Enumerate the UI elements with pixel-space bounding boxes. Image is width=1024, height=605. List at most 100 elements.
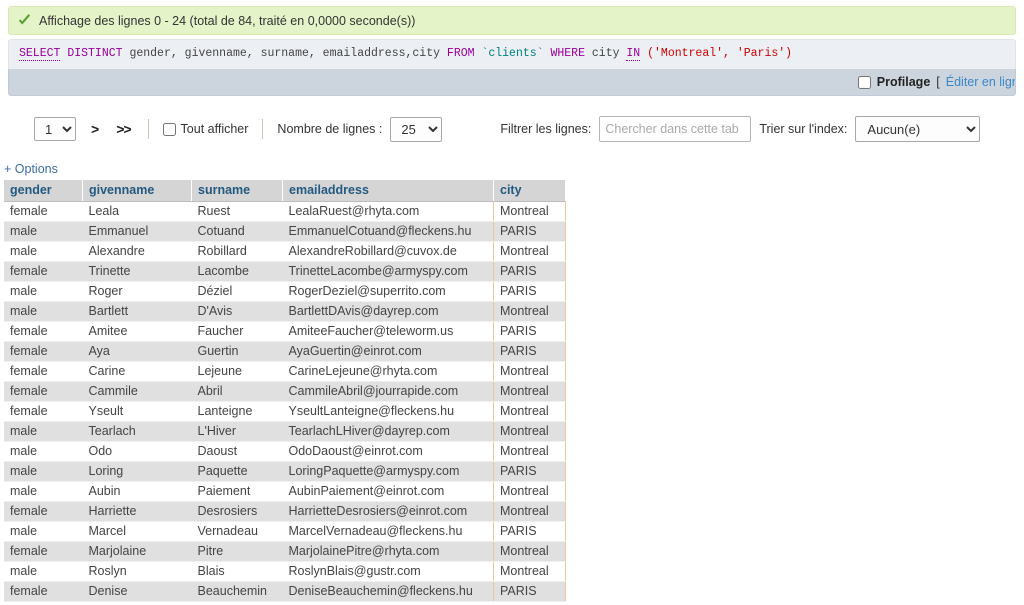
cell-givenname: Emmanuel	[82, 221, 192, 243]
cell-gender: male	[4, 481, 83, 503]
results-navigation-toolbar: 1 > >> Tout afficher Nombre de lignes : …	[0, 112, 1024, 146]
cell-surname: Abril	[191, 381, 283, 403]
table-row[interactable]: female Trinette Lacombe TrinetteLacombe@arm…	[4, 261, 566, 283]
cell-surname: Paiement	[191, 481, 283, 503]
cell-surname: L'Hiver	[191, 421, 283, 443]
cell-emailaddress: OdoDaoust@einrot.com	[282, 441, 494, 463]
table-row[interactable]: female Leala Ruest LealaRuest@rhyta.com Mont…	[4, 201, 566, 223]
show-all-checkbox[interactable]	[162, 122, 176, 136]
table-row[interactable]: female Cammile Abril CammileAbril@jourrapid…	[4, 381, 566, 403]
table-row[interactable]: female Yseult Lanteigne YseultLanteigne@fle…	[4, 401, 566, 423]
cell-city: Montreal	[493, 441, 566, 463]
profiling-checkbox[interactable]	[857, 75, 871, 89]
cell-givenname: Leala	[82, 201, 192, 223]
cell-city: PARIS	[493, 261, 566, 283]
table-row[interactable]: male Emmanuel Cotuand EmmanuelCotuand@fleck…	[4, 221, 566, 243]
sort-index-label: Trier sur l'index:	[759, 122, 848, 137]
results-table-body: female Leala Ruest LealaRuest@rhyta.com Mont…	[4, 201, 566, 603]
cell-emailaddress: AmiteeFaucher@teleworm.us	[282, 321, 494, 343]
table-row[interactable]: male Aubin Paiement AubinPaiement@einrot.co…	[4, 481, 566, 503]
table-row[interactable]: female Marjolaine Pitre MarjolainePitre@rhy…	[4, 541, 566, 563]
options-row: + Options	[0, 162, 1024, 176]
query-result-banner: Affichage des lignes 0 - 24 (total de 84…	[8, 6, 1016, 35]
cell-emailaddress: AlexandreRobillard@cuvox.de	[282, 241, 494, 263]
column-header-emailaddress[interactable]: emailaddress	[282, 180, 494, 203]
rows-number-select[interactable]: 25	[390, 116, 443, 142]
table-header-row: gender givenname surname emailaddress ci…	[4, 180, 566, 203]
sql-token-columns: gender, givenname, surname, emailaddress…	[129, 47, 441, 60]
table-row[interactable]: female Harriette Desrosiers HarrietteDesros…	[4, 501, 566, 523]
cell-givenname: Marjolaine	[82, 541, 192, 563]
cell-emailaddress: BartlettDAvis@dayrep.com	[282, 301, 494, 323]
cell-city: Montreal	[493, 301, 566, 323]
table-row[interactable]: male Loring Paquette LoringPaquette@armyspy…	[4, 461, 566, 483]
cell-emailaddress: CarineLejeune@rhyta.com	[282, 361, 494, 383]
sql-query-box[interactable]: SELECT DISTINCT gender, givenname, surna…	[8, 39, 1016, 70]
result-message: Affichage des lignes 0 - 24 (total de 84…	[39, 13, 416, 28]
table-row[interactable]: female Amitee Faucher AmiteeFaucher@telewor…	[4, 321, 566, 343]
cell-emailaddress: CammileAbril@jourrapide.com	[282, 381, 494, 403]
cell-gender: female	[4, 501, 83, 523]
toolbar-separator-1	[147, 119, 149, 140]
cell-city: PARIS	[493, 221, 566, 243]
results-table-head: gender givenname surname emailaddress ci…	[4, 180, 566, 203]
cell-emailaddress: TrinetteLacombe@armyspy.com	[282, 261, 494, 283]
table-row[interactable]: male Odo Daoust OdoDaoust@einrot.com Montrea…	[4, 441, 566, 463]
options-toggle-link[interactable]: + Options	[4, 162, 58, 176]
sql-token-from: FROM	[446, 47, 475, 60]
cell-surname: Lacombe	[191, 261, 283, 283]
cell-gender: female	[4, 261, 83, 283]
table-row[interactable]: male Roger Déziel RogerDeziel@superrito.com…	[4, 281, 566, 303]
table-row[interactable]: male Alexandre Robillard AlexandreRobillard…	[4, 241, 566, 263]
cell-emailaddress: RogerDeziel@superrito.com	[282, 281, 494, 303]
cell-emailaddress: LealaRuest@rhyta.com	[282, 201, 494, 223]
edit-inline-link[interactable]: Éditer en ligne	[946, 75, 1015, 89]
page-number-select[interactable]: 1	[34, 117, 76, 142]
table-row[interactable]: female Carine Lejeune CarineLejeune@rhyta.c…	[4, 361, 566, 383]
table-row[interactable]: female Aya Guertin AyaGuertin@einrot.com PAR…	[4, 341, 566, 363]
cell-city: Montreal	[493, 561, 566, 583]
cell-gender: male	[4, 521, 83, 543]
cell-city: Montreal	[493, 501, 566, 523]
table-row[interactable]: male Bartlett D'Avis BartlettDAvis@dayrep.c…	[4, 301, 566, 323]
table-row[interactable]: male Marcel Vernadeau MarcelVernadeau@fleck…	[4, 521, 566, 543]
cell-surname: Lejeune	[191, 361, 283, 383]
cell-givenname: Cammile	[82, 381, 192, 403]
filter-rows-input[interactable]	[599, 116, 752, 143]
cell-surname: Blais	[191, 561, 283, 583]
cell-city: PARIS	[493, 321, 566, 343]
cell-gender: female	[4, 341, 83, 363]
cell-emailaddress: LoringPaquette@armyspy.com	[282, 461, 494, 483]
cell-givenname: Amitee	[82, 321, 192, 343]
sort-index-select[interactable]: Aucun(e)	[855, 116, 981, 143]
filter-rows-label: Filtrer les lignes:	[500, 122, 592, 137]
column-header-surname[interactable]: surname	[191, 180, 283, 203]
profiling-label: Profilage	[876, 75, 931, 90]
column-header-givenname[interactable]: givenname	[82, 180, 192, 203]
rows-number-label: Nombre de lignes :	[277, 122, 383, 137]
table-row[interactable]: male Roslyn Blais RoslynBlais@gustr.com Mont…	[4, 561, 566, 583]
cell-gender: male	[4, 241, 83, 263]
sql-token-where: WHERE	[550, 47, 585, 60]
next-page-button[interactable]: >	[88, 121, 101, 137]
cell-givenname: Alexandre	[82, 241, 192, 263]
column-header-gender[interactable]: gender	[4, 180, 83, 203]
cell-city: PARIS	[493, 521, 566, 543]
cell-gender: female	[4, 321, 83, 343]
sql-token-select: SELECT	[19, 47, 61, 61]
cell-emailaddress: AyaGuertin@einrot.com	[282, 341, 494, 363]
last-page-button[interactable]: >>	[113, 121, 133, 137]
cell-gender: male	[4, 301, 83, 323]
cell-givenname: Bartlett	[82, 301, 192, 323]
cell-emailaddress: MarjolainePitre@rhyta.com	[282, 541, 494, 563]
column-header-city[interactable]: city	[493, 180, 566, 203]
cell-surname: Daoust	[191, 441, 283, 463]
cell-surname: Cotuand	[191, 221, 283, 243]
cell-surname: Pitre	[191, 541, 283, 563]
cell-givenname: Tearlach	[82, 421, 192, 443]
table-row[interactable]: male Tearlach L'Hiver TearlachLHiver@dayrep…	[4, 421, 566, 443]
cell-surname: Robillard	[191, 241, 283, 263]
show-all-checkbox-label[interactable]: Tout afficher	[162, 122, 248, 136]
cell-surname: Déziel	[191, 281, 283, 303]
cell-givenname: Carine	[82, 361, 192, 383]
